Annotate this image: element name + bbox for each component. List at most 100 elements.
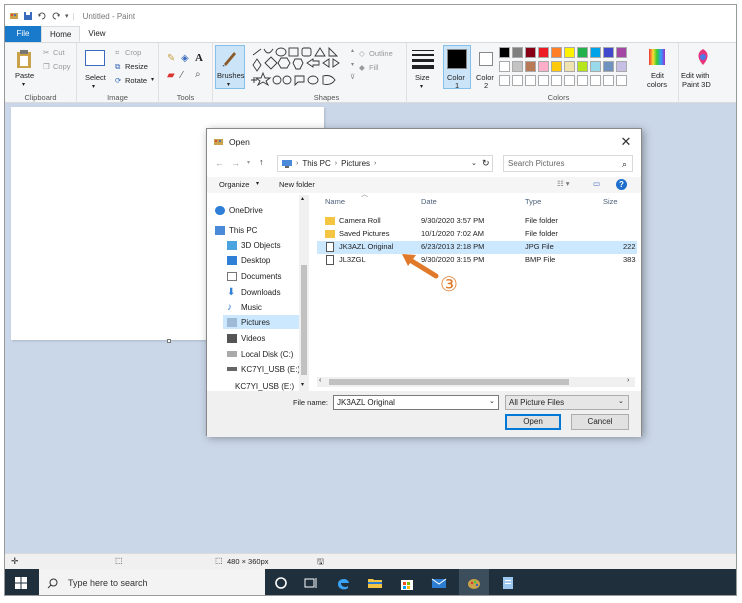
select-icon[interactable] [85,50,105,66]
tab-file[interactable]: File [5,26,41,42]
color-swatch[interactable] [603,47,614,58]
crop-button[interactable]: Crop [125,48,141,57]
nav-music[interactable]: ♪ Music [227,300,262,314]
color-swatch[interactable] [551,47,562,58]
fill-button[interactable]: Fill [369,63,379,72]
shapes-scroll-down-icon[interactable]: ▾ [351,61,354,68]
custom-color-slot[interactable] [499,75,510,86]
forward-arrow-icon[interactable]: → [231,158,240,168]
custom-color-slot[interactable] [616,75,627,86]
custom-color-slot[interactable] [525,75,536,86]
nav-downloads[interactable]: ⬇ Downloads [227,285,281,299]
rotate-button[interactable]: Rotate [125,76,147,85]
nav-pictures[interactable]: Pictures [223,315,301,329]
edit-colors-label-a[interactable]: Edit [651,71,664,80]
taskbar-search[interactable]: Type here to search [39,569,265,595]
redo-icon[interactable] [51,11,61,21]
shapes-more-icon[interactable]: ⊽ [350,73,355,81]
search-pictures-field[interactable]: Search Pictures ⌕ [503,155,633,172]
color-swatch[interactable] [551,61,562,72]
cut-button[interactable]: Cut [53,48,65,57]
fill-bucket-icon[interactable]: ◈ [181,53,189,64]
dialog-search-icon[interactable]: ⌕ [622,157,627,172]
text-tool-icon[interactable]: A [195,52,203,64]
custom-color-slot[interactable] [564,75,575,86]
paste-button[interactable]: Paste [15,71,34,80]
nav-local-disk[interactable]: Local Disk (C:) [227,347,293,361]
tab-home[interactable]: Home [41,26,81,42]
scroll-right-icon[interactable]: › [627,377,629,384]
color-swatch[interactable] [512,47,523,58]
paint3d-icon[interactable] [694,48,712,66]
nav-onedrive[interactable]: OneDrive [215,203,263,217]
file-row[interactable]: Camera Roll 9/30/2020 3:57 PM File folde… [317,215,637,228]
address-dropdown-icon[interactable]: ⌄ [471,159,477,167]
scroll-left-icon[interactable]: ‹ [319,377,321,384]
new-folder-button[interactable]: New folder [279,180,315,189]
paint3d-label-b[interactable]: Paint 3D [682,80,711,89]
edit-colors-label-b[interactable]: colors [647,80,667,89]
color-swatch[interactable] [512,61,523,72]
eraser-icon[interactable]: ▰ [167,70,175,81]
open-button[interactable]: Open [505,414,561,430]
windows-start-icon[interactable] [15,577,27,589]
filter-dropdown-icon[interactable]: ⌄ [618,397,624,405]
edge-icon[interactable] [335,575,351,591]
undo-icon[interactable] [37,11,47,21]
rotate-dropdown-icon[interactable]: ▾ [151,76,154,83]
breadcrumb-pictures[interactable]: Pictures [341,159,370,168]
paste-icon[interactable] [15,49,33,69]
save-icon[interactable] [23,11,33,21]
scroll-down-icon[interactable]: ▾ [301,381,304,388]
scroll-up-icon[interactable]: ▴ [301,195,304,202]
column-name[interactable]: Name [325,197,345,206]
color-swatch[interactable] [590,47,601,58]
color2-swatch[interactable] [479,52,493,66]
close-icon[interactable]: ✕ [617,133,635,151]
color-swatch[interactable] [499,61,510,72]
file-row[interactable]: Saved Pictures 10/1/2020 7:02 AM File fo… [317,228,637,241]
file-name-input[interactable]: JK3AZL Original [333,395,499,410]
color-swatch[interactable] [590,61,601,72]
nav-usb-drive[interactable]: KC7YI_USB (E:) [227,362,300,376]
size-button[interactable]: Size [415,73,430,82]
file-name-dropdown-icon[interactable]: ⌄ [489,397,495,405]
breadcrumb-this-pc[interactable]: This PC [302,159,330,168]
brushes-dropdown-icon[interactable]: ▾ [227,81,230,88]
help-icon[interactable]: ? [616,179,627,190]
file-type-filter[interactable]: All Picture Files [505,395,629,410]
column-date[interactable]: Date [421,197,437,206]
custom-color-slot[interactable] [577,75,588,86]
custom-color-slot[interactable] [551,75,562,86]
color-swatch[interactable] [577,61,588,72]
file-explorer-icon[interactable] [367,575,383,591]
select-dropdown-icon[interactable]: ▾ [92,83,95,90]
tab-view[interactable]: View [80,26,113,42]
refresh-icon[interactable]: ↻ [482,158,490,169]
paste-dropdown-icon[interactable]: ▾ [22,81,25,88]
custom-color-slot[interactable] [538,75,549,86]
file-list-hscrollbar[interactable]: ‹ › [317,377,635,387]
color-swatch[interactable] [564,61,575,72]
nav-scrollbar[interactable]: ▴ ▾ [299,195,309,393]
address-bar[interactable]: › This PC › Pictures › [277,155,493,172]
size-icon[interactable] [412,49,434,69]
column-size[interactable]: Size [603,197,618,206]
quick-access-dropdown-icon[interactable]: ▾ [65,12,69,20]
shapes-gallery[interactable] [251,47,349,87]
color-swatch[interactable] [525,47,536,58]
organize-button[interactable]: Organize [219,180,249,189]
custom-color-slot[interactable] [512,75,523,86]
view-options-icon[interactable]: ☷ ▾ [557,179,570,188]
task-view-icon[interactable] [303,575,319,591]
custom-color-slot[interactable] [603,75,614,86]
back-arrow-icon[interactable]: ← [215,158,224,168]
file-row[interactable]: JL3ZGL 9/30/2020 3:15 PM BMP File 383 [317,254,637,267]
color-swatch[interactable] [538,61,549,72]
size-dropdown-icon[interactable]: ▾ [420,83,423,90]
color-swatch[interactable] [499,47,510,58]
custom-color-slot[interactable] [590,75,601,86]
outline-button[interactable]: Outline [369,49,393,58]
nav-this-pc[interactable]: This PC [215,223,257,237]
color-picker-icon[interactable]: ⁄ [181,70,183,81]
